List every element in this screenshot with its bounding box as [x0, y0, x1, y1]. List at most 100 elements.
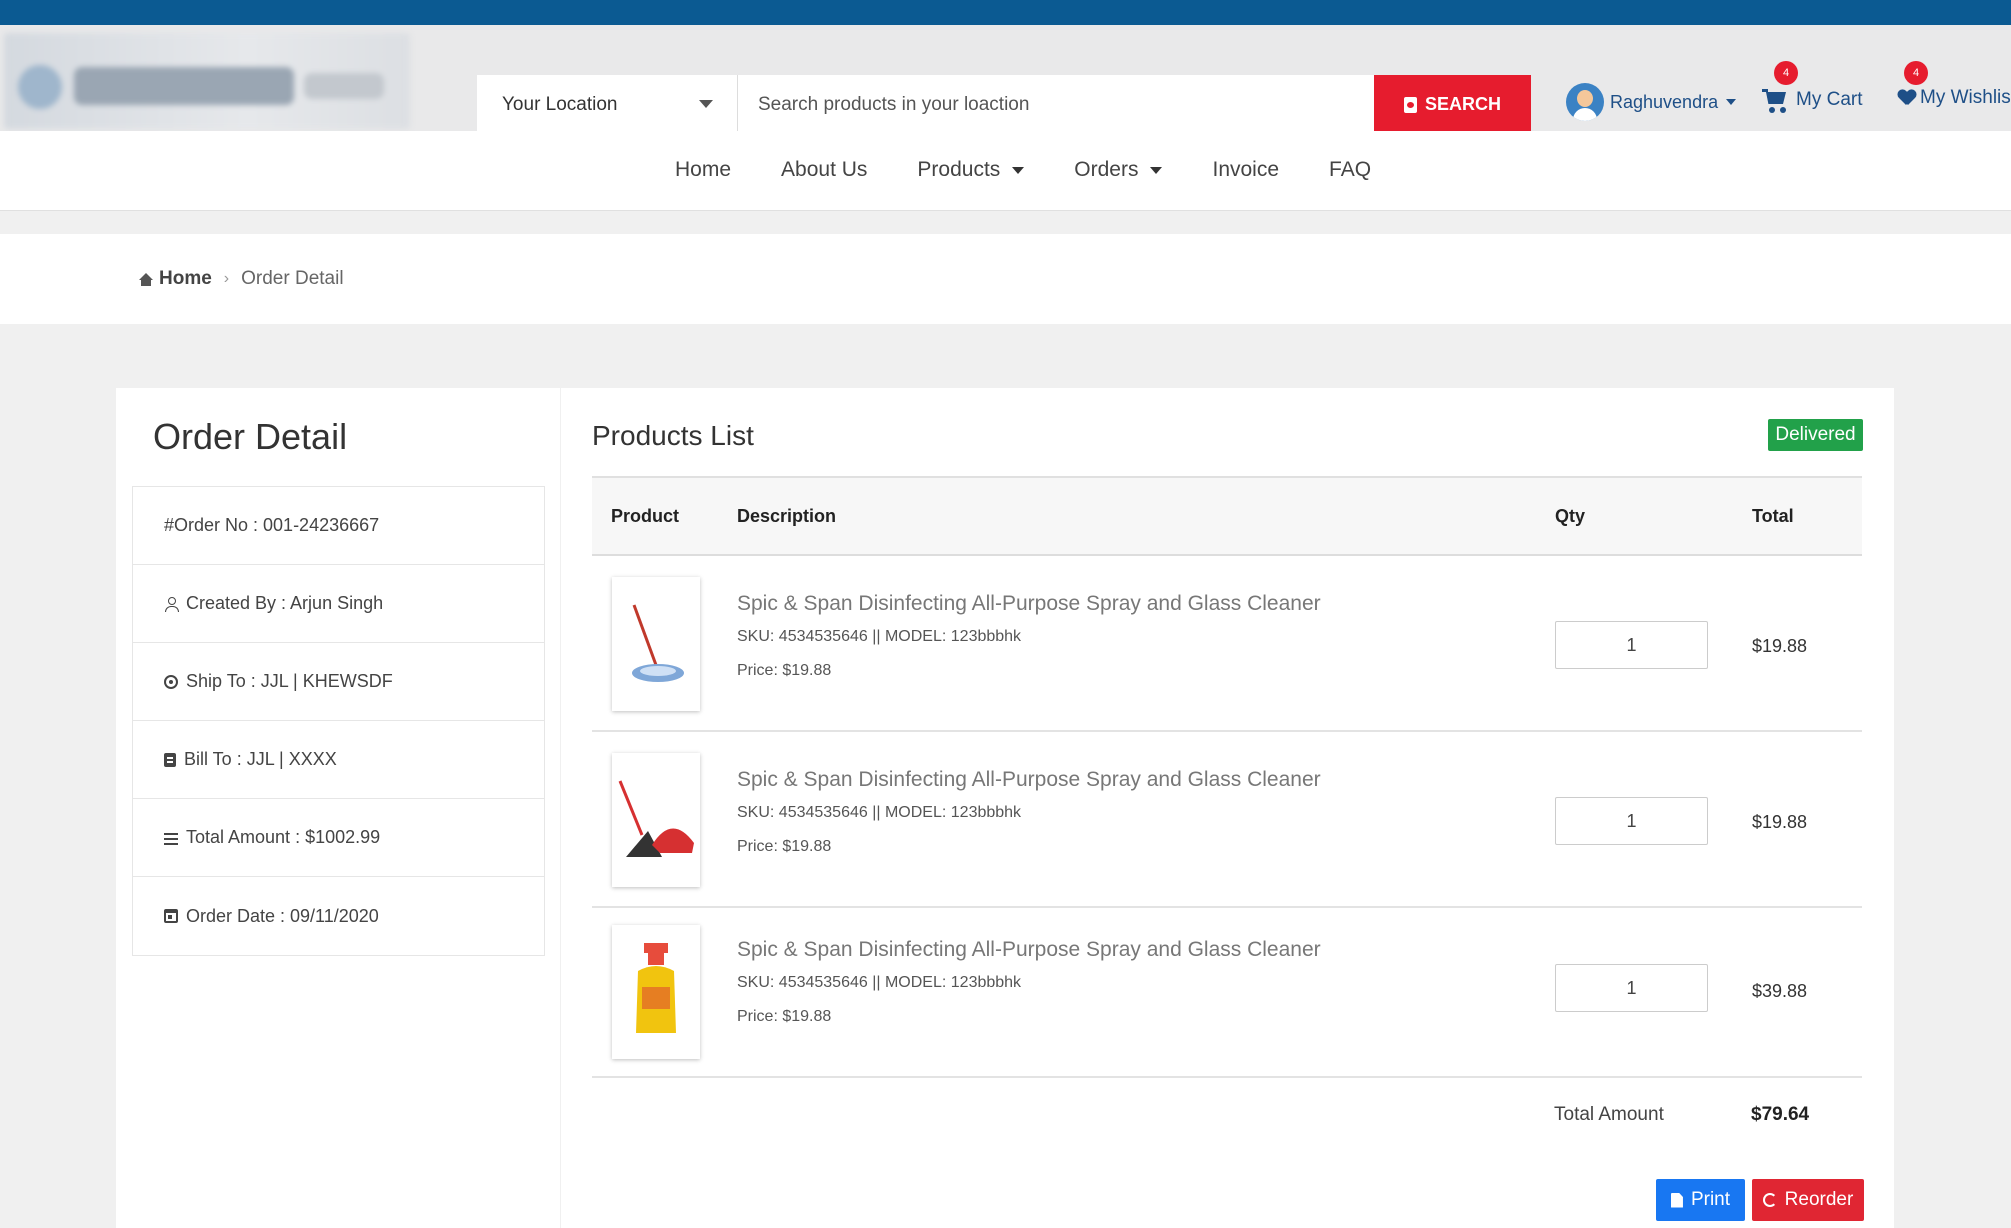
location-target-icon — [164, 674, 178, 689]
product-sku: SKU: 4534535646 || MODEL: 123bbbhk — [737, 974, 1022, 991]
cart-icon — [1762, 87, 1790, 113]
order-number-text: #Order No : 001-24236667 — [164, 515, 380, 535]
table-header: Product Description Qty Total — [592, 476, 1862, 556]
bill-to-text: Bill To : JJL | XXXX — [184, 749, 337, 769]
nav-item-faq[interactable]: FAQ — [1329, 158, 1371, 182]
calendar-icon — [164, 909, 178, 923]
header: Your Location SEARCH Raghuvendra 4 My Ca… — [0, 25, 2011, 134]
order-number: #Order No : 001-24236667 — [133, 487, 544, 565]
chevron-right-icon: › — [223, 270, 230, 287]
nav-item-products[interactable]: Products — [917, 158, 1025, 182]
table-row: Spic & Span Disinfecting All-Purpose Spr… — [592, 908, 1862, 1078]
wishlist-label: My Wishlis — [1920, 87, 2011, 108]
ship-to-text: Ship To : JJL | KHEWSDF — [186, 671, 393, 691]
product-sku: SKU: 4534535646 || MODEL: 123bbbhk — [737, 804, 1022, 821]
search-icon — [1403, 96, 1417, 113]
breadcrumb-home-label: Home — [159, 268, 212, 289]
product-name[interactable]: Spic & Span Disinfecting All-Purpose Spr… — [737, 768, 1321, 792]
nav-label: About Us — [781, 158, 868, 181]
mop-icon[interactable] — [612, 577, 700, 711]
top-strip — [0, 0, 2011, 25]
cart-count-badge: 4 — [1774, 61, 1798, 85]
product-price: Price: $19.88 — [737, 1008, 832, 1025]
nav-item-about-us[interactable]: About Us — [781, 158, 867, 182]
breadcrumb-home[interactable]: Home — [139, 268, 212, 290]
quantity-input[interactable] — [1555, 964, 1708, 1012]
nav-item-orders[interactable]: Orders — [1074, 158, 1163, 182]
column-header-description: Description — [737, 506, 837, 526]
nav-label: Invoice — [1212, 158, 1280, 181]
user-name: Raghuvendra — [1610, 91, 1719, 112]
location-label: Your Location — [502, 93, 618, 115]
list-icon — [164, 831, 178, 845]
created-by: Created By : Arjun Singh — [133, 565, 544, 643]
bill-icon — [164, 752, 176, 767]
product-price: Price: $19.88 — [737, 662, 832, 679]
chevron-down-icon — [1726, 99, 1737, 105]
created-by-text: Created By : Arjun Singh — [186, 593, 384, 613]
order-date: Order Date : 09/11/2020 — [133, 877, 544, 955]
reorder-button[interactable]: Reorder — [1752, 1179, 1864, 1221]
column-header-total: Total — [1752, 506, 1794, 526]
quantity-input[interactable] — [1555, 797, 1708, 845]
products-card: Products List Delivered Product Descript… — [561, 388, 1894, 1228]
bill-to: Bill To : JJL | XXXX — [133, 721, 544, 799]
main-nav: Home About Us Products Orders Invoice FA… — [0, 131, 2011, 211]
breadcrumb-current: Order Detail — [241, 268, 344, 289]
wishlist-link[interactable]: 4 My Wishlis — [1898, 61, 2011, 109]
chevron-down-icon — [699, 100, 713, 108]
row-total: $19.88 — [1752, 812, 1808, 832]
reorder-button-label: Reorder — [1784, 1189, 1854, 1210]
total-amount-text: Total Amount : $1002.99 — [186, 827, 381, 847]
column-header-qty: Qty — [1555, 506, 1586, 526]
product-price: Price: $19.88 — [737, 838, 832, 855]
total-amount: Total Amount : $1002.99 — [133, 799, 544, 877]
broom-dustpan-icon[interactable] — [612, 753, 700, 887]
row-total: $39.88 — [1752, 981, 1808, 1001]
table-row: Spic & Span Disinfecting All-Purpose Spr… — [592, 556, 1862, 732]
row-total: $19.88 — [1752, 636, 1808, 656]
breadcrumb: Home › Order Detail — [139, 268, 344, 290]
heart-icon — [1898, 90, 1916, 106]
chevron-down-icon — [1012, 166, 1025, 174]
nav-label: Home — [675, 158, 732, 181]
product-sku: SKU: 4534535646 || MODEL: 123bbbhk — [737, 628, 1022, 645]
nav-label: FAQ — [1329, 158, 1372, 181]
file-icon — [1670, 1192, 1683, 1208]
column-header-product: Product — [611, 506, 680, 526]
wishlist-count-badge: 4 — [1904, 61, 1928, 85]
order-info-list: #Order No : 001-24236667 Created By : Ar… — [132, 486, 545, 956]
nav-item-invoice[interactable]: Invoice — [1212, 158, 1279, 182]
page-title: Order Detail — [153, 416, 348, 457]
location-select[interactable]: Your Location — [477, 75, 738, 134]
nav-label: Orders — [1074, 158, 1139, 181]
print-button[interactable]: Print — [1656, 1179, 1745, 1221]
breadcrumb-bar: Home › Order Detail — [0, 234, 2011, 324]
search-button[interactable]: SEARCH — [1374, 75, 1531, 134]
nav-item-home[interactable]: Home — [675, 158, 731, 182]
total-amount-value: $79.64 — [1751, 1104, 1810, 1125]
total-amount-label: Total Amount — [1554, 1104, 1664, 1125]
chevron-down-icon — [1150, 166, 1163, 174]
order-date-text: Order Date : 09/11/2020 — [186, 905, 379, 926]
home-icon — [139, 272, 153, 286]
cart-label: My Cart — [1796, 89, 1863, 110]
avatar — [1566, 83, 1604, 121]
product-name[interactable]: Spic & Span Disinfecting All-Purpose Spr… — [737, 592, 1321, 616]
logo[interactable] — [4, 33, 410, 129]
table-row: Spic & Span Disinfecting All-Purpose Spr… — [592, 732, 1862, 908]
redo-icon — [1762, 1193, 1777, 1207]
user-menu[interactable]: Raghuvendra — [1566, 83, 1737, 121]
spray-bottle-icon[interactable] — [612, 925, 700, 1059]
quantity-input[interactable] — [1555, 621, 1708, 669]
product-name[interactable]: Spic & Span Disinfecting All-Purpose Spr… — [737, 938, 1321, 962]
nav-label: Products — [917, 158, 1001, 181]
order-detail-card: Order Detail #Order No : 001-24236667 Cr… — [116, 388, 560, 1228]
search-input[interactable] — [738, 75, 1374, 134]
print-button-label: Print — [1690, 1189, 1731, 1210]
search-button-label: SEARCH — [1424, 94, 1501, 114]
products-title: Products List — [592, 420, 754, 451]
cart-link[interactable]: 4 My Cart — [1762, 61, 1863, 113]
status-badge: Delivered — [1768, 419, 1863, 451]
ship-to: Ship To : JJL | KHEWSDF — [133, 643, 544, 721]
